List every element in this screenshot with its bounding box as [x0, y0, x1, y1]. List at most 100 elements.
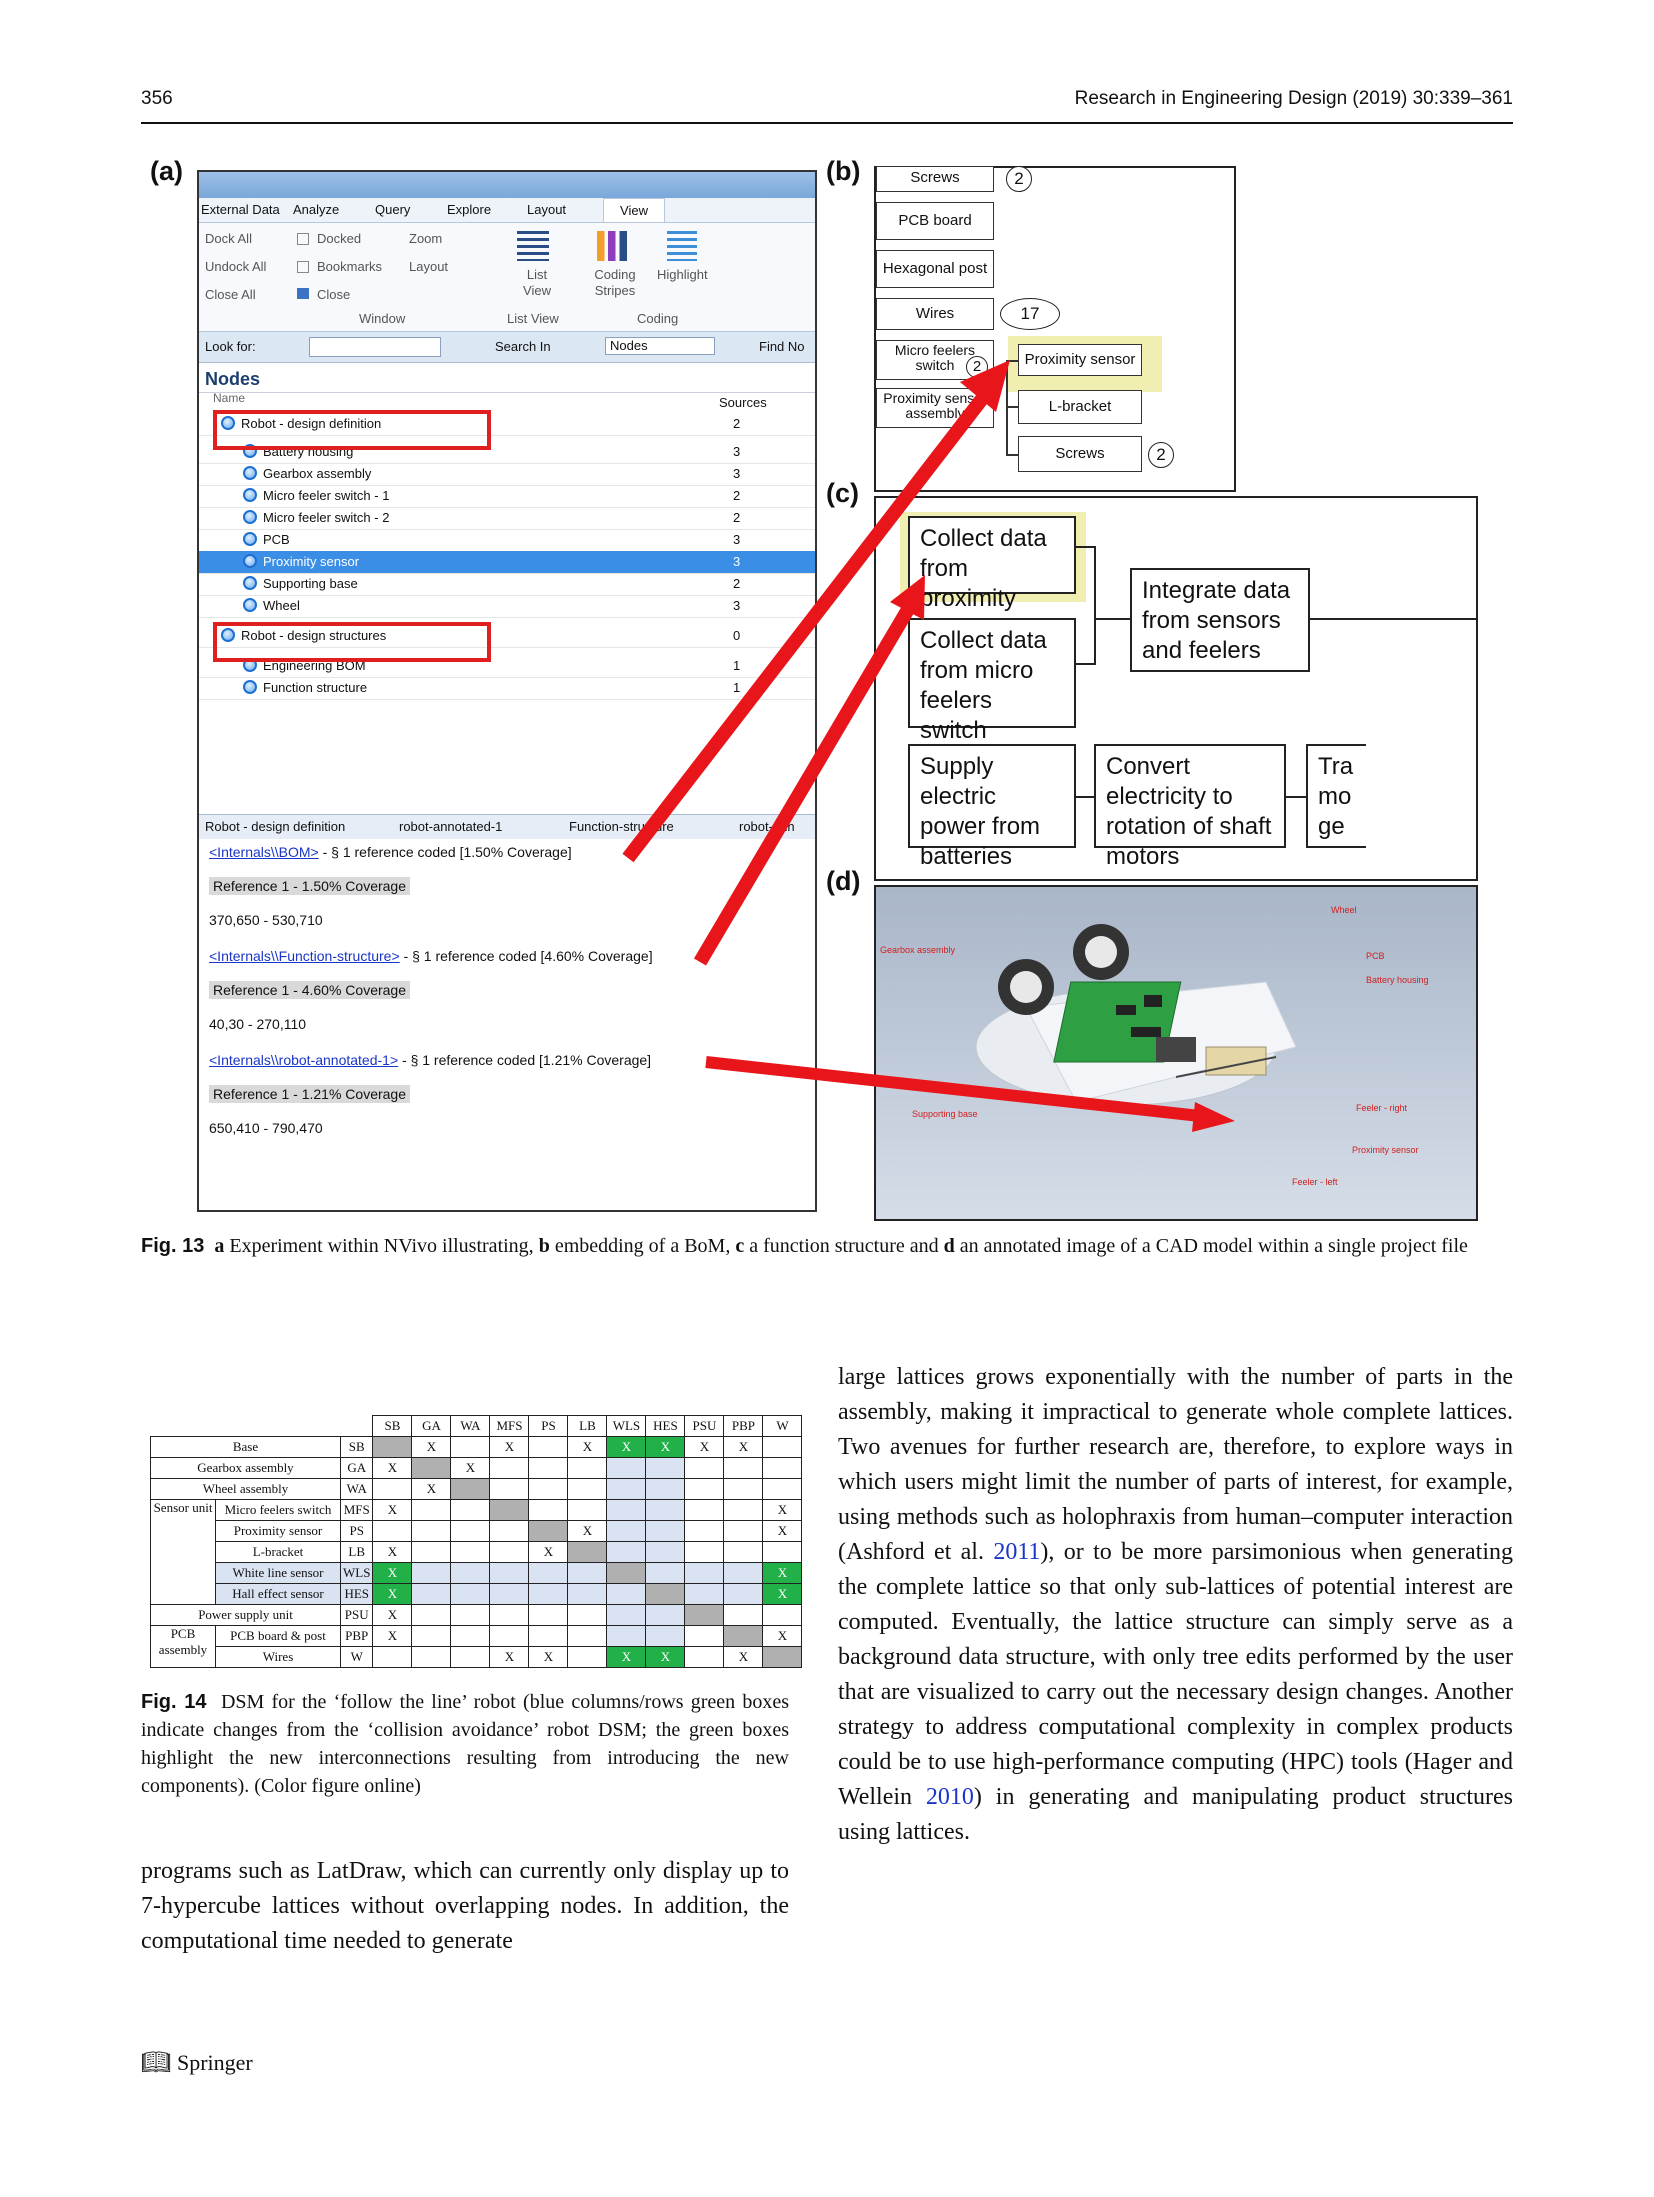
- dsm-cell: [762, 1541, 803, 1563]
- dsm-cell: [645, 1541, 686, 1563]
- dsm-cell: [411, 1646, 452, 1668]
- dsm-row-code: WA: [339, 1478, 374, 1500]
- dsm-cell: X: [372, 1499, 413, 1521]
- caption-bold: b: [538, 1235, 550, 1257]
- dsm-row-code: PBP: [339, 1625, 374, 1647]
- dsm-cell: [528, 1625, 569, 1647]
- dsm-cell: X: [684, 1436, 725, 1458]
- caption-text: an annotated image of a CAD model within…: [954, 1235, 1468, 1257]
- dsm-cell: [684, 1583, 725, 1605]
- dsm-blank: [151, 1416, 216, 1437]
- dsm-cell: [411, 1499, 452, 1521]
- dsm-cell: [762, 1646, 803, 1668]
- dsm-cell: [762, 1457, 803, 1479]
- fig14-caption: Fig. 14 DSM for the ‘follow the line’ ro…: [141, 1688, 789, 1800]
- dsm-cell: [606, 1541, 647, 1563]
- dsm-cell: X: [567, 1520, 608, 1542]
- dsm-row-name: Micro feelers switch: [215, 1499, 341, 1521]
- dsm-col-header: MFS: [489, 1415, 530, 1437]
- dsm-cell: [567, 1541, 608, 1563]
- publisher-footer: 📖︎ Springer: [141, 2048, 253, 2077]
- dsm-row-name: Gearbox assembly: [150, 1457, 341, 1479]
- dsm-row-code: GA: [339, 1457, 374, 1479]
- dsm-cell: [372, 1646, 413, 1668]
- dsm-cell: [606, 1625, 647, 1647]
- dsm-cell: X: [372, 1457, 413, 1479]
- dsm-cell: [372, 1478, 413, 1500]
- dsm-col-header: LB: [567, 1415, 608, 1437]
- dsm-cell: [528, 1604, 569, 1626]
- dsm-cell: [489, 1541, 530, 1563]
- dsm-row-code: WLS: [339, 1562, 374, 1584]
- dsm-cell: [762, 1478, 803, 1500]
- dsm-cell: [684, 1646, 725, 1668]
- dsm-cell: [567, 1604, 608, 1626]
- dsm-blank: [341, 1416, 373, 1437]
- dsm-row-name: Wheel assembly: [150, 1478, 341, 1500]
- dsm-row-code: MFS: [339, 1499, 374, 1521]
- dsm-cell: [645, 1520, 686, 1542]
- dsm-row-code: LB: [339, 1541, 374, 1563]
- arrowhead-icon: [1192, 1102, 1235, 1132]
- dsm-cell: [528, 1583, 569, 1605]
- dsm-cell: [645, 1499, 686, 1521]
- dsm-cell: X: [528, 1646, 569, 1668]
- dsm-cell: X: [372, 1541, 413, 1563]
- dsm-cell: [489, 1562, 530, 1584]
- dsm-cell: [684, 1541, 725, 1563]
- dsm-group-label: PCB assembly: [150, 1625, 216, 1668]
- dsm-cell: [489, 1457, 530, 1479]
- dsm-header-row: SB GA WA MFS PS LB WLS HES PSU PBP W: [151, 1415, 803, 1437]
- dsm-row-name: L-bracket: [215, 1541, 341, 1563]
- dsm-cell: [528, 1478, 569, 1500]
- arrow-to-cad: [705, 1056, 1201, 1122]
- red-arrows-overlay: [622, 360, 1235, 1132]
- dsm-row-name: PCB board & post: [215, 1625, 341, 1647]
- publisher-name: Springer: [176, 2050, 253, 2075]
- dsm-cell: [723, 1520, 764, 1542]
- dsm-cell: [606, 1562, 647, 1584]
- dsm-cell: [528, 1499, 569, 1521]
- dsm-row: Wheel assembly WA X: [150, 1478, 803, 1500]
- citation-link[interactable]: 2011: [993, 1539, 1040, 1565]
- dsm-cell: [489, 1499, 530, 1521]
- dsm-cell: [411, 1520, 452, 1542]
- dsm-row-code: SB: [339, 1436, 374, 1458]
- dsm-row-code: HES: [339, 1583, 374, 1605]
- dsm-cell: [489, 1604, 530, 1626]
- dsm-cell: X: [762, 1562, 803, 1584]
- dsm-row: Hall effect sensor HES X X: [151, 1583, 803, 1605]
- dsm-cell: [450, 1520, 491, 1542]
- dsm-cell: [567, 1478, 608, 1500]
- dsm-cell: X: [606, 1646, 647, 1668]
- dsm-cell: [450, 1499, 491, 1521]
- dsm-row: L-bracket LB X X: [151, 1541, 803, 1563]
- dsm-cell: [567, 1583, 608, 1605]
- dsm-cell: [606, 1457, 647, 1479]
- dsm-cell: [567, 1499, 608, 1521]
- caption-text: Experiment within NVivo illustrating,: [224, 1235, 539, 1257]
- dsm-col-header: PS: [528, 1415, 569, 1437]
- dsm-cell: [528, 1520, 569, 1542]
- dsm-cell: [684, 1604, 725, 1626]
- dsm-row-name: Base: [150, 1436, 341, 1458]
- dsm-cell: X: [372, 1604, 413, 1626]
- dsm-cell: X: [762, 1583, 803, 1605]
- dsm-row: Sensor unit Micro feelers switch MFS X X: [150, 1499, 803, 1605]
- dsm-cell: X: [372, 1562, 413, 1584]
- dsm-col-header: GA: [411, 1415, 452, 1437]
- caption-bold: a: [214, 1235, 225, 1257]
- dsm-cell: [411, 1583, 452, 1605]
- dsm-cell: X: [411, 1436, 452, 1458]
- dsm-cell: [411, 1625, 452, 1647]
- dsm-cell: [489, 1520, 530, 1542]
- dsm-col-header: PSU: [684, 1415, 725, 1437]
- dsm-col-header: HES: [645, 1415, 686, 1437]
- fig14-label: Fig. 14: [141, 1691, 207, 1713]
- citation-link[interactable]: 2010: [926, 1784, 974, 1810]
- dsm-row-name: Wires: [215, 1646, 341, 1668]
- dsm-cell: [684, 1457, 725, 1479]
- dsm-cell: [684, 1478, 725, 1500]
- fig14-text: DSM for the ‘follow the line’ robot (blu…: [141, 1691, 790, 1797]
- dsm-cell: X: [606, 1436, 647, 1458]
